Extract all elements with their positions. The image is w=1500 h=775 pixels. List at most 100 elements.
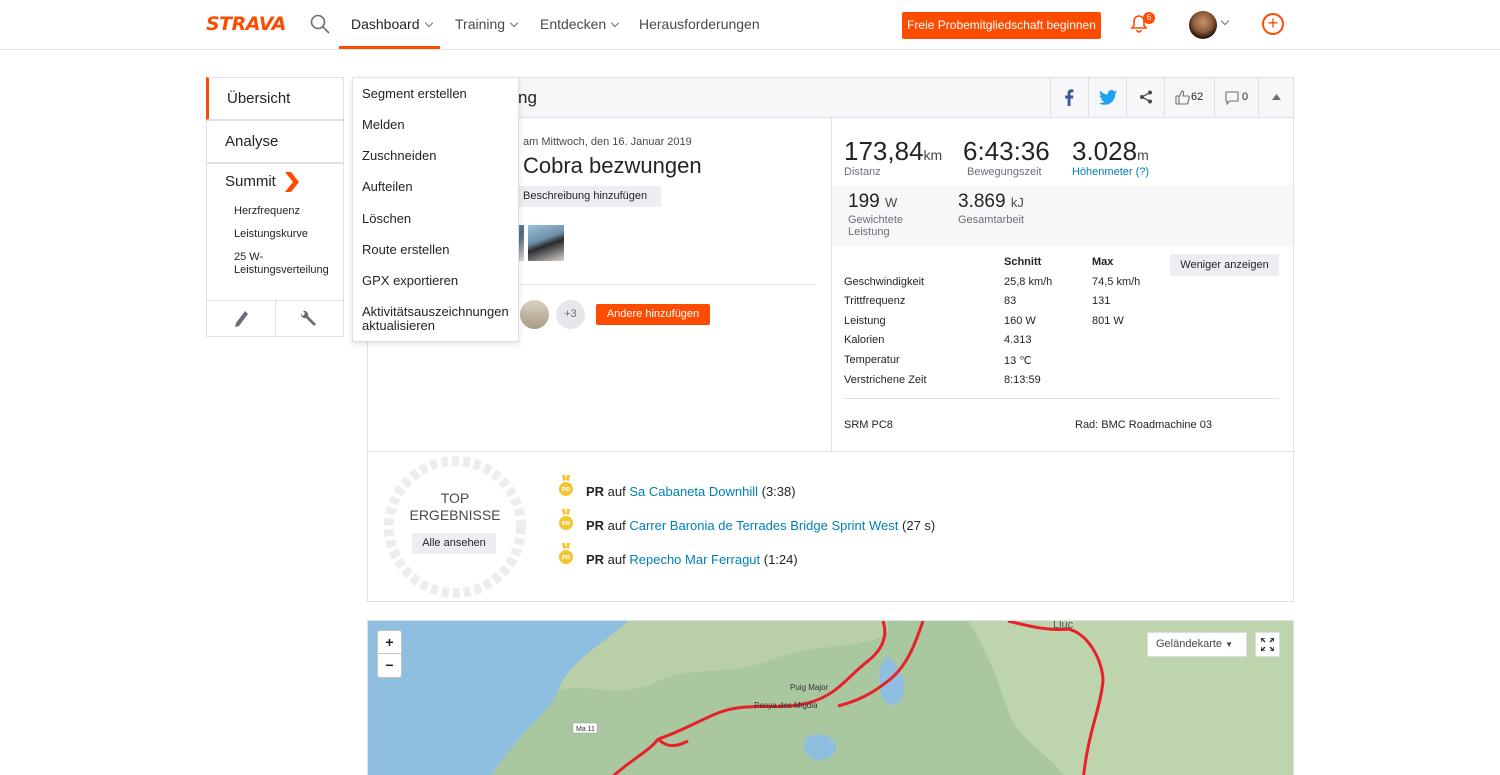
twitter-share-button[interactable]	[1088, 78, 1126, 117]
wrench-icon[interactable]	[299, 310, 317, 328]
share-button[interactable]	[1126, 78, 1164, 117]
nav-explore-label: Entdecken	[540, 16, 607, 32]
pr-label: PR	[586, 518, 605, 533]
activity-actions-menu: Segment erstellen Melden Zuschneiden Auf…	[352, 77, 519, 342]
weighted-power-stat: 199 W	[848, 191, 897, 213]
summit-chevron-icon	[285, 172, 299, 192]
top-results-title-line2: ERGEBNISSE	[409, 507, 501, 523]
add-description-button[interactable]: Beschreibung hinzufügen	[518, 186, 661, 207]
stat-row-avg: 8:13:59	[1004, 374, 1041, 386]
map-label: Lluc	[1053, 621, 1074, 631]
segment-link[interactable]: Carrer Baronia de Terrades Bridge Sprint…	[629, 518, 898, 533]
sidebar-item-summit[interactable]: Summit Herzfrequenz Leistungskurve 25 W-…	[206, 163, 344, 300]
comments-button[interactable]: 0	[1214, 78, 1258, 117]
notification-count-badge: 6	[1143, 12, 1155, 24]
nav-training[interactable]: Training	[455, 16, 519, 32]
menu-item-export-gpx[interactable]: GPX exportieren	[362, 274, 458, 288]
view-all-button[interactable]: Alle ansehen	[412, 533, 496, 554]
sidebar-item-analysis[interactable]: Analyse	[206, 120, 344, 163]
fullscreen-icon	[1261, 638, 1274, 651]
kudos-count: 62	[1191, 91, 1204, 103]
map-type-label: Geländekarte	[1156, 638, 1223, 650]
pr-result-text: PR auf Sa Cabaneta Downhill (3:38)	[586, 484, 796, 499]
search-icon[interactable]	[310, 14, 330, 34]
nav-explore[interactable]: Entdecken	[540, 16, 620, 32]
stat-row-label: Temperatur	[844, 354, 900, 366]
laurel-wreath-icon	[384, 456, 526, 598]
active-nav-indicator	[339, 46, 440, 49]
collapse-button[interactable]	[1258, 78, 1293, 117]
elevation-stat: 3.028m	[1072, 136, 1149, 167]
total-work-stat: 3.869 kJ	[958, 191, 1024, 213]
zoom-out-button[interactable]: −	[378, 654, 401, 677]
divider	[844, 398, 1279, 399]
activity-photo[interactable]	[528, 225, 564, 261]
pr-time: (1:24)	[760, 552, 798, 567]
sidebar-item-overview[interactable]: Übersicht	[206, 77, 344, 120]
more-athletes-badge[interactable]: +3	[556, 300, 585, 329]
chevron-down-icon	[424, 18, 433, 28]
elevation-unit: m	[1137, 147, 1149, 163]
device-name: SRM PC8	[844, 419, 893, 431]
stat-row-max: 74,5 km/h	[1092, 276, 1141, 288]
activity-map[interactable]: Puig Major Penya des Migdia Ma 11 Lluc +…	[367, 620, 1294, 775]
distance-value: 173,84	[844, 136, 924, 166]
menu-item-split[interactable]: Aufteilen	[362, 180, 413, 194]
pr-medal-text: PR	[562, 522, 571, 528]
page-title: ng	[518, 88, 537, 107]
twitter-icon	[1099, 90, 1117, 105]
nav-dashboard[interactable]: Dashboard	[351, 16, 433, 32]
menu-item-refresh-achievements[interactable]: Aktivitätsauszeichnungen aktualisieren	[362, 305, 514, 333]
sidebar-item-power-curve[interactable]: Leistungskurve	[234, 228, 308, 241]
stat-row-avg: 83	[1004, 295, 1017, 307]
nav-challenges[interactable]: Herausforderungen	[639, 16, 760, 32]
stat-row-label: Kalorien	[844, 334, 885, 346]
stat-row-avg: 25,8 km/h	[1004, 276, 1053, 288]
segment-link[interactable]: Repecho Mar Ferragut	[629, 552, 760, 567]
pr-result-text: PR auf Repecho Mar Ferragut (1:24)	[586, 552, 798, 567]
caret-down-icon: ▼	[1225, 640, 1234, 649]
athlete-avatar[interactable]	[520, 300, 549, 329]
show-less-button[interactable]: Weniger anzeigen	[1170, 254, 1279, 276]
menu-item-report[interactable]: Melden	[362, 118, 405, 132]
share-icon	[1140, 90, 1152, 104]
kudos-button[interactable]: 62	[1164, 78, 1214, 117]
fullscreen-button[interactable]	[1255, 632, 1280, 657]
pr-mid-text: auf	[604, 518, 630, 533]
zoom-controls: + −	[377, 630, 402, 678]
stat-row-max: 801 W	[1092, 315, 1124, 327]
user-avatar[interactable]	[1189, 11, 1217, 39]
free-trial-button[interactable]: Freie Probemitgliedschaft beginnen	[902, 12, 1101, 39]
pr-mid-text: auf	[604, 484, 630, 499]
pr-medal-icon: PR	[558, 543, 574, 565]
stat-row-avg: 4.313	[1004, 334, 1032, 346]
sidebar-item-power-distribution[interactable]: 25 W-Leistungsverteilung	[234, 251, 344, 277]
stat-row-label: Verstrichene Zeit	[844, 374, 927, 386]
facebook-share-button[interactable]	[1050, 78, 1088, 117]
menu-item-create-segment[interactable]: Segment erstellen	[362, 87, 467, 101]
activity-tools	[206, 300, 344, 337]
add-others-button[interactable]: Andere hinzufügen	[596, 304, 710, 325]
map-label: Penya des Migdia	[754, 701, 818, 710]
activity-name[interactable]: Cobra bezwungen	[523, 153, 702, 179]
zoom-in-button[interactable]: +	[378, 631, 401, 654]
menu-item-create-route[interactable]: Route erstellen	[362, 243, 449, 257]
total-work-unit: kJ	[1010, 195, 1024, 210]
thumbs-up-icon	[1175, 90, 1190, 105]
add-activity-icon[interactable]: +	[1262, 13, 1284, 35]
strava-logo[interactable]: STRAVA	[206, 13, 286, 35]
pr-mid-text: auf	[604, 552, 630, 567]
bike-name: Rad: BMC Roadmachine 03	[1075, 419, 1212, 431]
sidebar-item-heart-rate[interactable]: Herzfrequenz	[234, 205, 300, 218]
elevation-label-link[interactable]: Höhenmeter (?)	[1072, 166, 1149, 178]
segment-link[interactable]: Sa Cabaneta Downhill	[629, 484, 758, 499]
pr-medal-icon: PR	[558, 509, 574, 531]
menu-item-crop[interactable]: Zuschneiden	[362, 149, 436, 163]
map-type-select[interactable]: Geländekarte ▼	[1147, 632, 1247, 657]
menu-item-delete[interactable]: Löschen	[362, 212, 411, 226]
chevron-down-icon[interactable]	[1220, 16, 1230, 26]
stat-row-avg: 13 ℃	[1004, 355, 1032, 367]
facebook-icon	[1065, 89, 1074, 106]
edit-pencil-icon[interactable]	[235, 310, 249, 328]
pr-time: (27 s)	[898, 518, 936, 533]
